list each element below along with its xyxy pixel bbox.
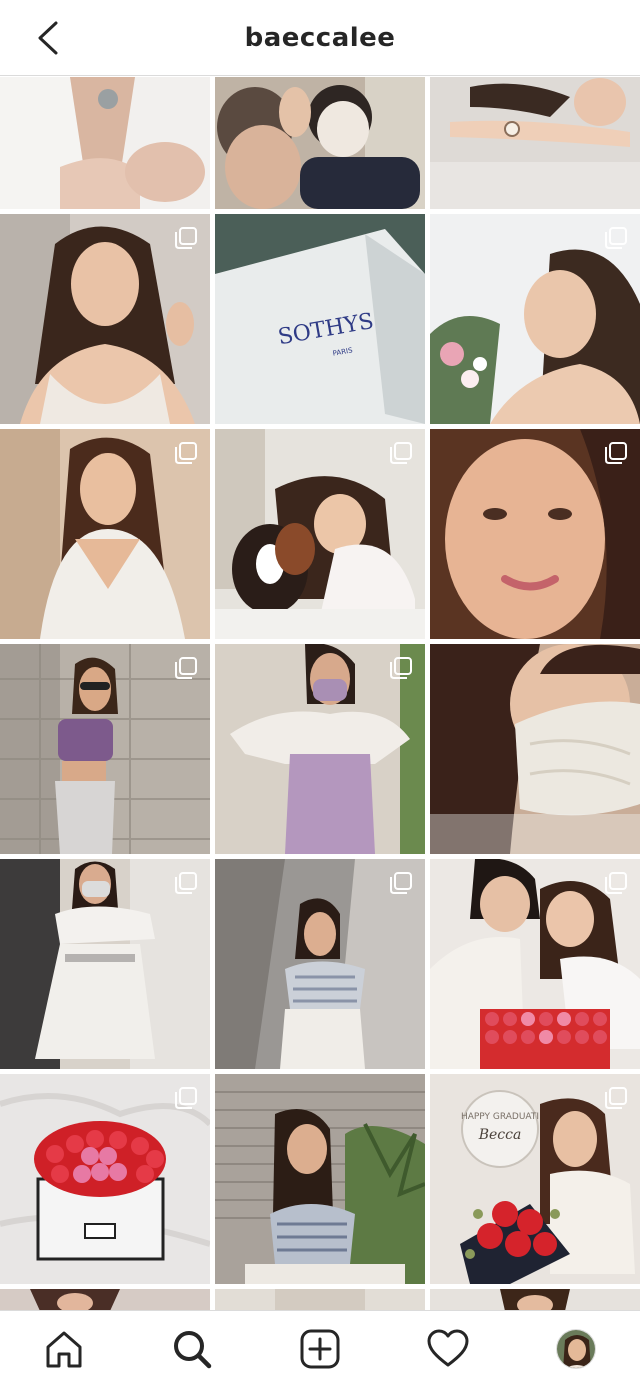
post-thumbnail[interactable] (215, 1074, 425, 1284)
search-icon (174, 1331, 212, 1369)
post-thumbnail[interactable] (430, 429, 640, 639)
multiple-photos-icon (175, 657, 197, 679)
post-thumbnail[interactable] (430, 214, 640, 424)
top-bar: baeccalee (0, 0, 640, 76)
nav-add-post[interactable] (296, 1325, 344, 1373)
multiple-photos-icon (175, 1087, 197, 1109)
post-thumbnail[interactable] (0, 1074, 210, 1284)
multiple-photos-icon (175, 872, 197, 894)
multiple-photos-icon (390, 442, 412, 464)
avatar (556, 1329, 596, 1369)
nav-search[interactable] (168, 1325, 216, 1373)
post-thumbnail[interactable]: HAPPY GRADUATI Becca (430, 1074, 640, 1284)
multiple-photos-icon (605, 872, 627, 894)
post-thumbnail[interactable] (215, 859, 425, 1069)
post-thumbnail[interactable] (430, 1289, 640, 1311)
multiple-photos-icon (605, 227, 627, 249)
balloon-caption: HAPPY GRADUATI (461, 1112, 539, 1122)
post-thumbnail[interactable] (215, 429, 425, 639)
add-post-icon (300, 1329, 340, 1369)
bottom-nav (0, 1310, 640, 1386)
nav-home[interactable] (40, 1325, 88, 1373)
multiple-photos-icon (175, 227, 197, 249)
multiple-photos-icon (390, 872, 412, 894)
post-thumbnail[interactable] (0, 214, 210, 424)
post-thumbnail[interactable] (430, 644, 640, 854)
multiple-photos-icon (605, 1087, 627, 1109)
nav-activity[interactable] (424, 1325, 472, 1373)
page-title: baeccalee (244, 23, 396, 53)
post-thumbnail[interactable] (430, 859, 640, 1069)
post-thumbnail[interactable]: SOTHYS PARIS (215, 214, 425, 424)
multiple-photos-icon (390, 657, 412, 679)
post-thumbnail[interactable] (0, 1289, 210, 1311)
post-thumbnail[interactable] (0, 644, 210, 854)
heart-icon (427, 1329, 469, 1367)
nav-profile[interactable] (552, 1325, 600, 1373)
post-thumbnail[interactable] (215, 77, 425, 209)
post-thumbnail[interactable] (215, 644, 425, 854)
post-thumbnail[interactable] (0, 429, 210, 639)
post-thumbnail[interactable] (0, 859, 210, 1069)
post-thumbnail[interactable] (0, 77, 210, 209)
post-thumbnail[interactable] (215, 1289, 425, 1311)
balloon-name: Becca (478, 1127, 522, 1143)
post-thumbnail[interactable] (430, 77, 640, 209)
multiple-photos-icon (175, 442, 197, 464)
multiple-photos-icon (605, 442, 627, 464)
home-icon (46, 1331, 82, 1368)
